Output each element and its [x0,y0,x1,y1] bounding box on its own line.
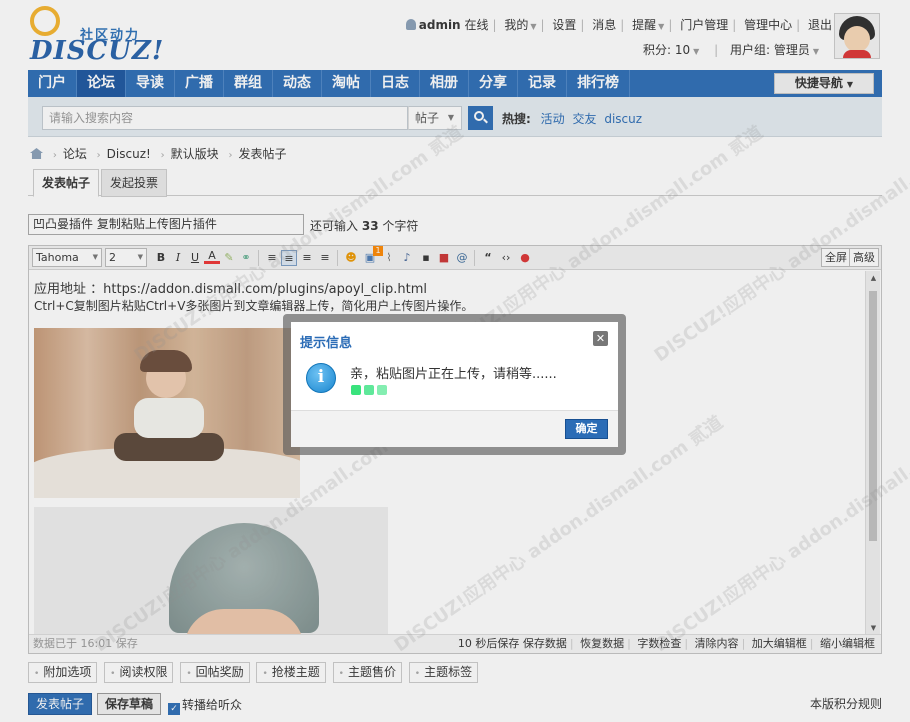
dialog-title: 提示信息 [300,336,353,351]
info-icon: i [306,363,336,393]
close-icon[interactable]: ✕ [593,331,608,346]
dialog-message: 亲，粘贴图片正在上传，请稍等...... [350,367,557,382]
loading-indicator [351,384,390,398]
confirm-button[interactable]: 确定 [565,419,608,439]
info-dialog: 提示信息 ✕ i 亲，粘贴图片正在上传，请稍等...... 确定 [291,322,618,447]
dialog-footer: 确定 [291,410,618,447]
